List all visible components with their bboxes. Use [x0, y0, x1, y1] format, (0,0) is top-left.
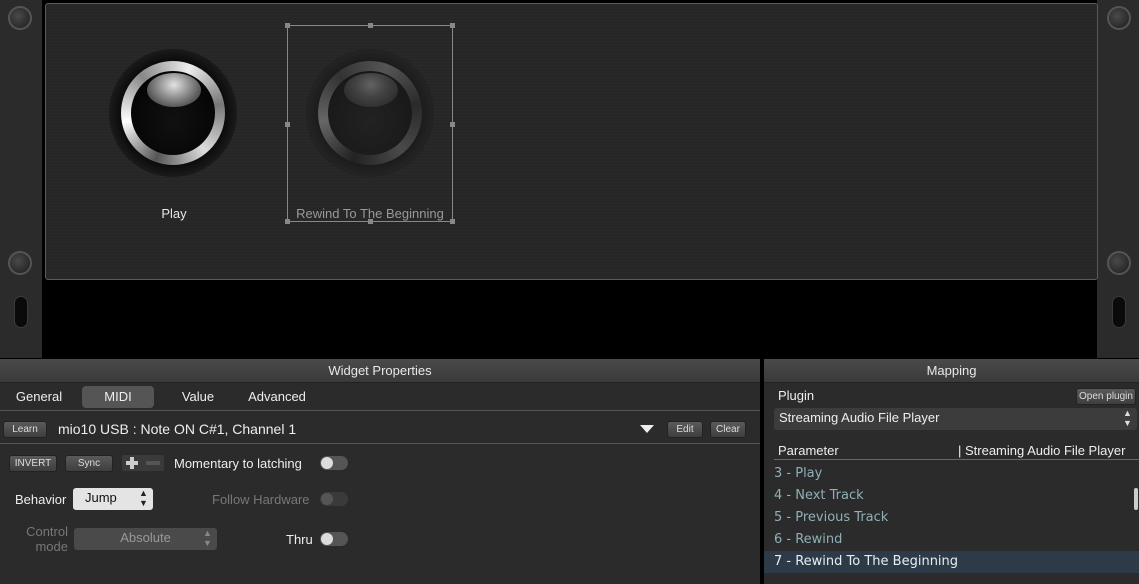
midi-assignment: mio10 USB : Note ON C#1, Channel 1	[58, 421, 297, 437]
list-item[interactable]: 6 - Rewind	[764, 529, 1139, 551]
momentary-label: Momentary to latching	[174, 456, 302, 471]
tab-advanced[interactable]: Advanced	[240, 386, 314, 408]
behavior-label: Behavior	[15, 492, 67, 507]
control-mode-select[interactable]: Absolute ▲ ▼	[74, 528, 217, 550]
scrollbar-thumb[interactable]	[1134, 488, 1138, 510]
resize-handle[interactable]	[450, 23, 455, 28]
properties-tabs: General MIDI Value Advanced	[0, 385, 760, 411]
tab-midi[interactable]: MIDI	[82, 386, 154, 408]
clear-button[interactable]: Clear	[710, 421, 746, 438]
parameter-table-header: Parameter | Streaming Audio File Player	[774, 440, 1139, 460]
tab-value[interactable]: Value	[172, 386, 224, 408]
tab-general[interactable]: General	[8, 386, 70, 408]
resize-handle[interactable]	[450, 122, 455, 127]
rack-view: Play Rewind To The Beginning	[0, 0, 1139, 358]
screw-icon	[1107, 251, 1131, 275]
rack-slot	[14, 296, 28, 328]
behavior-value: Jump	[85, 490, 117, 505]
mapping-title: Mapping	[764, 359, 1139, 383]
divider	[0, 443, 760, 444]
updown-arrows-icon: ▲ ▼	[139, 488, 148, 508]
screw-icon	[8, 251, 32, 275]
selection-box[interactable]	[285, 23, 455, 224]
rack-slot	[1112, 296, 1126, 328]
resize-handle[interactable]	[285, 122, 290, 127]
control-mode-value: Absolute	[120, 530, 171, 545]
plugin-value: Streaming Audio File Player	[779, 410, 940, 425]
plus-minus-icon[interactable]	[122, 455, 164, 471]
plugin-label: Plugin	[778, 388, 815, 403]
list-item[interactable]: 5 - Previous Track	[764, 507, 1139, 529]
rack-panel: Play Rewind To The Beginning	[45, 3, 1098, 280]
follow-hardware-label: Follow Hardware	[212, 492, 310, 507]
widget-properties-pane: Widget Properties General MIDI Value Adv…	[0, 359, 760, 584]
resize-handle[interactable]	[450, 219, 455, 224]
mapping-pane: Mapping Plugin Open plugin Streaming Aud…	[764, 359, 1139, 584]
screw-icon	[8, 6, 32, 30]
parameter-header: Parameter	[778, 443, 839, 458]
updown-arrows-icon: ▲ ▼	[203, 528, 212, 548]
invert-button[interactable]: INVERT	[9, 455, 57, 472]
behavior-select[interactable]: Jump ▲ ▼	[73, 488, 153, 510]
plugin-select[interactable]: Streaming Audio File Player ▲ ▼	[774, 408, 1137, 430]
list-item-selected[interactable]: 7 - Rewind To The Beginning	[764, 551, 1139, 573]
edit-button[interactable]: Edit	[667, 421, 703, 438]
play-knob[interactable]	[109, 49, 237, 177]
list-item[interactable]: 3 - Play	[764, 463, 1139, 485]
resize-handle[interactable]	[285, 219, 290, 224]
thru-label: Thru	[286, 532, 313, 547]
midi-dropdown-icon[interactable]	[640, 425, 654, 433]
sync-button[interactable]: Sync	[65, 455, 113, 472]
parameter-list: 3 - Play 4 - Next Track 5 - Previous Tra…	[764, 463, 1139, 573]
momentary-toggle[interactable]	[320, 456, 348, 470]
open-plugin-button[interactable]: Open plugin	[1076, 388, 1136, 405]
screw-icon	[1107, 6, 1131, 30]
thru-toggle[interactable]	[320, 532, 348, 546]
resize-handle[interactable]	[285, 23, 290, 28]
widget-properties-title: Widget Properties	[0, 359, 760, 383]
updown-arrows-icon: ▲ ▼	[1123, 408, 1132, 428]
resize-handle[interactable]	[368, 219, 373, 224]
plugin-column-header: | Streaming Audio File Player	[958, 443, 1126, 458]
follow-hardware-toggle[interactable]	[320, 492, 348, 506]
control-mode-label: Control mode	[26, 524, 68, 554]
play-label: Play	[161, 206, 187, 221]
resize-handle[interactable]	[368, 23, 373, 28]
learn-button[interactable]: Learn	[3, 421, 47, 438]
list-item[interactable]: 4 - Next Track	[764, 485, 1139, 507]
